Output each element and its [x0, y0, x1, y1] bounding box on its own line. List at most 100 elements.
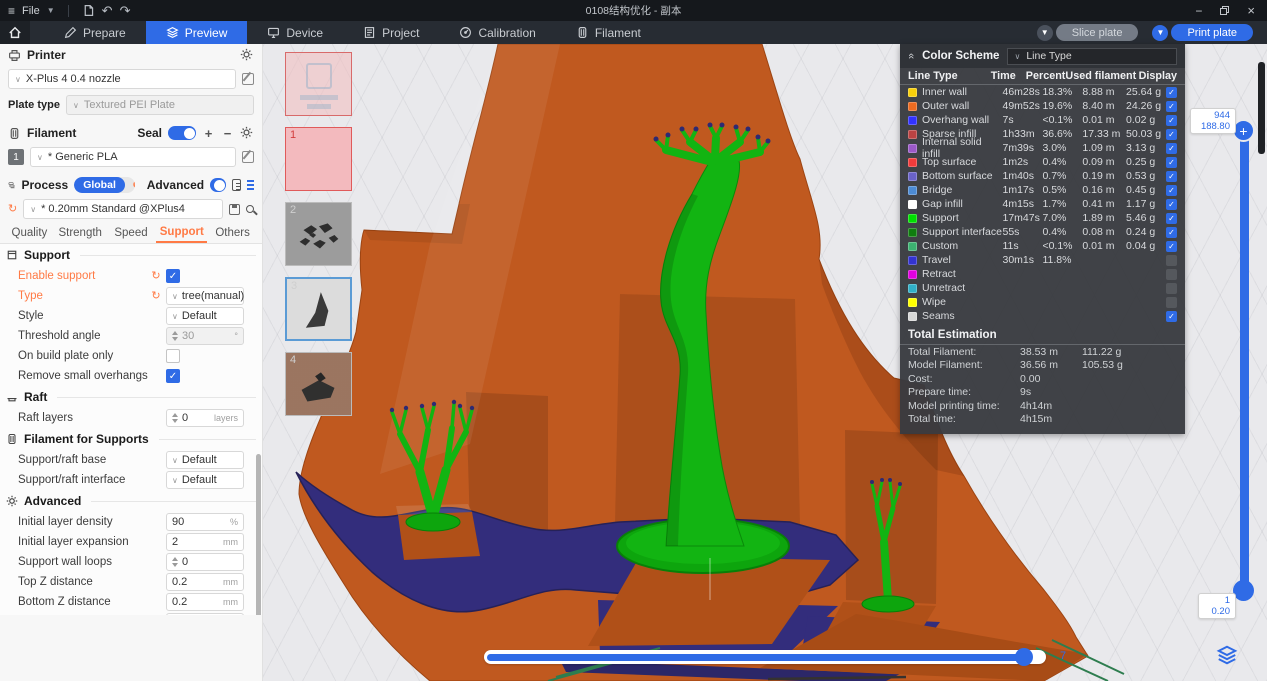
display-checkbox[interactable]: ✓ — [1166, 311, 1177, 322]
param-checkbox[interactable]: ✓ — [166, 269, 180, 283]
print-dropdown-button[interactable]: ▼ — [1152, 25, 1168, 41]
color-chip — [908, 186, 917, 195]
line-type-row: Bridge 1m17s0.5% 0.16 m0.45 g ✓ — [900, 183, 1185, 197]
display-checkbox[interactable]: ✓ — [1166, 87, 1177, 98]
redo-icon[interactable]: ↷ — [120, 4, 131, 17]
add-filament-button[interactable]: + — [202, 126, 215, 141]
display-checkbox[interactable]: ✓ — [1166, 185, 1177, 196]
param-input[interactable]: 0.2mm — [166, 593, 244, 611]
param-input[interactable]: 2mm — [166, 533, 244, 551]
reset-param-icon[interactable]: ↻ — [150, 291, 162, 302]
line-type-row: Inner wall 46m28s18.3% 8.88 m25.64 g ✓ — [900, 85, 1185, 99]
new-project-icon[interactable] — [82, 4, 95, 17]
nav-tab-preview[interactable]: Preview — [146, 21, 248, 44]
display-checkbox[interactable]: ✓ — [1166, 101, 1177, 112]
edit-printer-icon[interactable] — [242, 73, 254, 85]
chevron-down-icon[interactable]: ▼ — [47, 6, 55, 15]
process-section-header: Process Global Objects Advanced — [0, 174, 262, 196]
slice-plate-button[interactable]: Slice plate — [1056, 24, 1139, 41]
display-checkbox[interactable]: ✓ — [1166, 157, 1177, 168]
param-dropdown[interactable]: ∨tree(manual) — [166, 287, 244, 305]
step-slider-handle[interactable] — [1015, 648, 1033, 666]
reset-param-icon[interactable]: ↻ — [150, 271, 162, 282]
process-tab-quality[interactable]: Quality — [4, 222, 55, 243]
display-checkbox[interactable]: ✓ — [1166, 199, 1177, 210]
nav-tab-filament[interactable]: Filament — [556, 21, 661, 44]
param-input[interactable]: 90% — [166, 513, 244, 531]
slice-dropdown-button[interactable]: ▼ — [1037, 25, 1053, 41]
process-tab-support[interactable]: Support — [156, 222, 207, 243]
param-dropdown[interactable]: ∨Default — [166, 613, 244, 615]
display-checkbox[interactable]: ✓ — [1166, 255, 1177, 266]
printer-preset-dropdown[interactable]: ∨X-Plus 4 0.4 nozzle — [8, 69, 236, 89]
sidebar-scrollbar[interactable] — [256, 454, 261, 615]
restore-button[interactable] — [1220, 6, 1229, 15]
display-checkbox[interactable]: ✓ — [1166, 213, 1177, 224]
param-spinner[interactable]: 30° — [166, 327, 244, 345]
reset-process-icon[interactable]: ↻ — [8, 204, 17, 215]
param-dropdown[interactable]: ∨Default — [166, 471, 244, 489]
edit-filament-icon[interactable] — [242, 151, 254, 163]
plate-type-dropdown[interactable]: ∨Textured PEI Plate — [66, 95, 254, 115]
nav-tab-prepare[interactable]: Prepare — [44, 21, 146, 44]
save-preset-icon[interactable] — [229, 204, 240, 215]
display-checkbox[interactable]: ✓ — [1166, 241, 1177, 252]
file-menu[interactable]: File — [22, 5, 40, 17]
filament-preset-dropdown[interactable]: ∨* Generic PLA — [30, 147, 236, 167]
view-mode-dropdown[interactable]: ∨Line Type — [1007, 48, 1177, 65]
scope-objects[interactable]: Objects — [125, 177, 135, 193]
param-label: On build plate only — [18, 350, 150, 362]
plate-thumbnails: 1 2 3 4 — [285, 52, 352, 416]
layer-slider-bottom-handle[interactable] — [1233, 580, 1254, 601]
thumbnail-all-plates[interactable] — [285, 52, 352, 116]
display-checkbox[interactable]: ✓ — [1166, 283, 1177, 294]
param-input[interactable]: 0.2mm — [166, 573, 244, 591]
print-plate-button[interactable]: Print plate — [1171, 24, 1253, 41]
remove-filament-button[interactable]: − — [221, 126, 234, 141]
undo-icon[interactable]: ↶ — [102, 4, 113, 17]
advanced-toggle[interactable] — [210, 178, 226, 192]
param-spinner[interactable]: 0layers — [166, 409, 244, 427]
search-icon[interactable] — [246, 205, 254, 213]
process-tab-speed[interactable]: Speed — [106, 222, 157, 243]
collapse-panel-icon[interactable]: « — [905, 53, 917, 59]
param-checkbox[interactable]: ✓ — [166, 369, 180, 383]
nav-tab-project[interactable]: Project — [343, 21, 439, 44]
display-checkbox[interactable]: ✓ — [1166, 129, 1177, 140]
display-checkbox[interactable]: ✓ — [1166, 143, 1177, 154]
nav-tab-calibration[interactable]: Calibration — [439, 21, 555, 44]
thumbnail-plate-1[interactable]: 1 — [285, 127, 352, 191]
param-dropdown[interactable]: ∨Default — [166, 451, 244, 469]
param-dropdown[interactable]: ∨Default — [166, 307, 244, 325]
process-scope-switch[interactable]: Global Objects — [74, 177, 135, 193]
nav-tab-device[interactable]: Device — [247, 21, 343, 44]
close-button[interactable]: × — [1247, 3, 1255, 18]
thumbnail-plate-3-selected[interactable]: 3 — [285, 277, 352, 341]
param-checkbox[interactable]: ✓ — [166, 349, 180, 363]
home-button[interactable] — [0, 21, 30, 44]
process-tab-others[interactable]: Others — [207, 222, 258, 243]
color-chip — [908, 88, 917, 97]
thumbnail-plate-4[interactable]: 4 — [285, 352, 352, 416]
display-checkbox[interactable]: ✓ — [1166, 269, 1177, 280]
minimize-button[interactable]: − — [1195, 4, 1202, 18]
scope-global[interactable]: Global — [74, 177, 125, 193]
display-checkbox[interactable]: ✓ — [1166, 227, 1177, 238]
printer-settings-gear-icon[interactable] — [240, 48, 254, 62]
param-list-icon[interactable] — [232, 179, 240, 191]
param-tuning-icon[interactable] — [247, 179, 254, 191]
thumbnail-plate-2[interactable]: 2 — [285, 202, 352, 266]
display-checkbox[interactable]: ✓ — [1166, 115, 1177, 126]
display-checkbox[interactable]: ✓ — [1166, 297, 1177, 308]
filament-settings-gear-icon[interactable] — [240, 126, 254, 140]
panel-scrollbar[interactable] — [1258, 62, 1265, 154]
layers-view-icon[interactable] — [1214, 644, 1240, 666]
param-spinner[interactable]: 0 — [166, 553, 244, 571]
layer-slider-track[interactable] — [1240, 130, 1249, 592]
seal-toggle[interactable] — [168, 126, 196, 140]
process-preset-dropdown[interactable]: ∨* 0.20mm Standard @XPlus4 — [23, 199, 223, 219]
process-tab-strength[interactable]: Strength — [55, 222, 106, 243]
step-slider-track[interactable]: 7 — [484, 650, 1046, 664]
display-checkbox[interactable]: ✓ — [1166, 171, 1177, 182]
param-label: Initial layer expansion — [18, 536, 150, 548]
